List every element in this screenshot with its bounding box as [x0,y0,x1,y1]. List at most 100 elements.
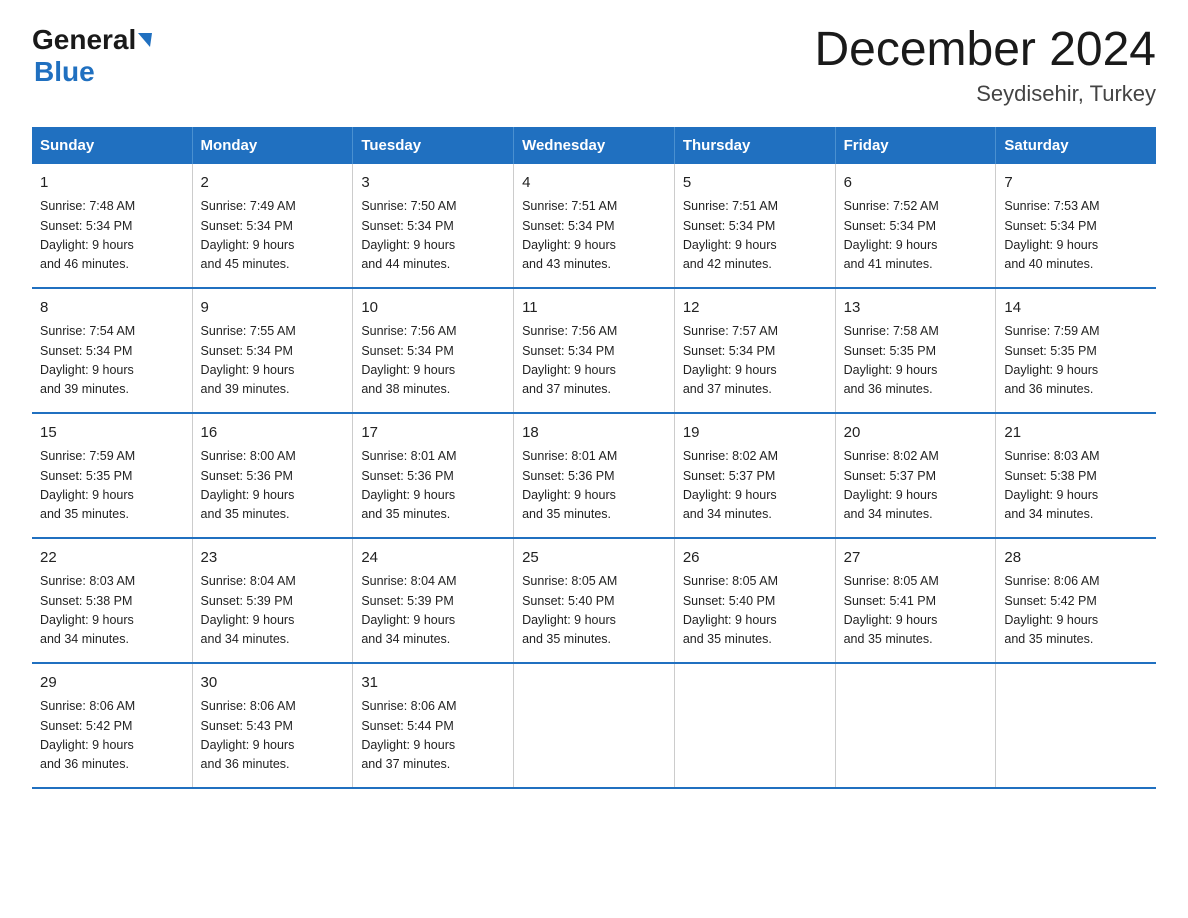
week-row-3: 15Sunrise: 7:59 AMSunset: 5:35 PMDayligh… [32,413,1156,538]
week-row-5: 29Sunrise: 8:06 AMSunset: 5:42 PMDayligh… [32,663,1156,788]
day-info: Sunrise: 8:03 AMSunset: 5:38 PMDaylight:… [1004,447,1148,525]
calendar-cell-14: 14Sunrise: 7:59 AMSunset: 5:35 PMDayligh… [996,288,1156,413]
day-info: Sunrise: 7:52 AMSunset: 5:34 PMDaylight:… [844,197,988,275]
calendar-cell-17: 17Sunrise: 8:01 AMSunset: 5:36 PMDayligh… [353,413,514,538]
calendar-cell-8: 8Sunrise: 7:54 AMSunset: 5:34 PMDaylight… [32,288,192,413]
calendar-title: December 2024 [814,24,1156,77]
day-number: 13 [844,297,988,320]
calendar-cell-22: 22Sunrise: 8:03 AMSunset: 5:38 PMDayligh… [32,538,192,663]
column-header-thursday: Thursday [674,127,835,164]
day-number: 31 [361,672,505,695]
day-number: 15 [40,422,184,445]
day-info: Sunrise: 7:49 AMSunset: 5:34 PMDaylight:… [201,197,345,275]
day-info: Sunrise: 7:56 AMSunset: 5:34 PMDaylight:… [522,322,666,400]
day-number: 17 [361,422,505,445]
day-info: Sunrise: 8:02 AMSunset: 5:37 PMDaylight:… [844,447,988,525]
week-row-2: 8Sunrise: 7:54 AMSunset: 5:34 PMDaylight… [32,288,1156,413]
calendar-cell-2: 2Sunrise: 7:49 AMSunset: 5:34 PMDaylight… [192,164,353,288]
day-info: Sunrise: 8:06 AMSunset: 5:42 PMDaylight:… [1004,572,1148,650]
column-header-monday: Monday [192,127,353,164]
day-number: 22 [40,547,184,570]
day-number: 23 [201,547,345,570]
day-number: 9 [201,297,345,320]
day-number: 30 [201,672,345,695]
column-header-friday: Friday [835,127,996,164]
day-info: Sunrise: 8:06 AMSunset: 5:44 PMDaylight:… [361,697,505,775]
calendar-cell-26: 26Sunrise: 8:05 AMSunset: 5:40 PMDayligh… [674,538,835,663]
calendar-cell-empty [674,663,835,788]
day-info: Sunrise: 8:06 AMSunset: 5:42 PMDaylight:… [40,697,184,775]
calendar-cell-empty [514,663,675,788]
logo-blue-text: Blue [34,56,95,88]
calendar-cell-12: 12Sunrise: 7:57 AMSunset: 5:34 PMDayligh… [674,288,835,413]
calendar-cell-18: 18Sunrise: 8:01 AMSunset: 5:36 PMDayligh… [514,413,675,538]
calendar-cell-empty [835,663,996,788]
calendar-cell-21: 21Sunrise: 8:03 AMSunset: 5:38 PMDayligh… [996,413,1156,538]
day-number: 26 [683,547,827,570]
column-header-tuesday: Tuesday [353,127,514,164]
day-number: 25 [522,547,666,570]
calendar-cell-7: 7Sunrise: 7:53 AMSunset: 5:34 PMDaylight… [996,164,1156,288]
day-info: Sunrise: 7:53 AMSunset: 5:34 PMDaylight:… [1004,197,1148,275]
calendar-cell-30: 30Sunrise: 8:06 AMSunset: 5:43 PMDayligh… [192,663,353,788]
day-info: Sunrise: 8:04 AMSunset: 5:39 PMDaylight:… [201,572,345,650]
column-header-saturday: Saturday [996,127,1156,164]
calendar-cell-15: 15Sunrise: 7:59 AMSunset: 5:35 PMDayligh… [32,413,192,538]
calendar-cell-10: 10Sunrise: 7:56 AMSunset: 5:34 PMDayligh… [353,288,514,413]
day-info: Sunrise: 8:04 AMSunset: 5:39 PMDaylight:… [361,572,505,650]
calendar-cell-5: 5Sunrise: 7:51 AMSunset: 5:34 PMDaylight… [674,164,835,288]
week-row-1: 1Sunrise: 7:48 AMSunset: 5:34 PMDaylight… [32,164,1156,288]
day-info: Sunrise: 8:01 AMSunset: 5:36 PMDaylight:… [522,447,666,525]
calendar-cell-13: 13Sunrise: 7:58 AMSunset: 5:35 PMDayligh… [835,288,996,413]
day-number: 29 [40,672,184,695]
calendar-cell-27: 27Sunrise: 8:05 AMSunset: 5:41 PMDayligh… [835,538,996,663]
calendar-cell-6: 6Sunrise: 7:52 AMSunset: 5:34 PMDaylight… [835,164,996,288]
day-info: Sunrise: 7:48 AMSunset: 5:34 PMDaylight:… [40,197,184,275]
logo: General Blue [32,24,152,88]
day-number: 10 [361,297,505,320]
day-info: Sunrise: 8:05 AMSunset: 5:40 PMDaylight:… [683,572,827,650]
column-header-wednesday: Wednesday [514,127,675,164]
logo-general-text: General [32,24,136,56]
day-number: 28 [1004,547,1148,570]
calendar-header-row: SundayMondayTuesdayWednesdayThursdayFrid… [32,127,1156,164]
day-info: Sunrise: 7:58 AMSunset: 5:35 PMDaylight:… [844,322,988,400]
calendar-cell-16: 16Sunrise: 8:00 AMSunset: 5:36 PMDayligh… [192,413,353,538]
calendar-cell-24: 24Sunrise: 8:04 AMSunset: 5:39 PMDayligh… [353,538,514,663]
calendar-table: SundayMondayTuesdayWednesdayThursdayFrid… [32,127,1156,789]
calendar-cell-23: 23Sunrise: 8:04 AMSunset: 5:39 PMDayligh… [192,538,353,663]
calendar-cell-3: 3Sunrise: 7:50 AMSunset: 5:34 PMDaylight… [353,164,514,288]
day-info: Sunrise: 8:05 AMSunset: 5:41 PMDaylight:… [844,572,988,650]
day-info: Sunrise: 7:59 AMSunset: 5:35 PMDaylight:… [40,447,184,525]
day-info: Sunrise: 7:54 AMSunset: 5:34 PMDaylight:… [40,322,184,400]
calendar-cell-25: 25Sunrise: 8:05 AMSunset: 5:40 PMDayligh… [514,538,675,663]
day-number: 7 [1004,172,1148,195]
day-number: 12 [683,297,827,320]
column-header-sunday: Sunday [32,127,192,164]
calendar-cell-19: 19Sunrise: 8:02 AMSunset: 5:37 PMDayligh… [674,413,835,538]
calendar-subtitle: Seydisehir, Turkey [814,81,1156,107]
calendar-cell-20: 20Sunrise: 8:02 AMSunset: 5:37 PMDayligh… [835,413,996,538]
day-number: 4 [522,172,666,195]
day-number: 14 [1004,297,1148,320]
calendar-cell-empty [996,663,1156,788]
day-number: 2 [201,172,345,195]
day-number: 16 [201,422,345,445]
calendar-cell-28: 28Sunrise: 8:06 AMSunset: 5:42 PMDayligh… [996,538,1156,663]
day-info: Sunrise: 7:55 AMSunset: 5:34 PMDaylight:… [201,322,345,400]
day-info: Sunrise: 7:59 AMSunset: 5:35 PMDaylight:… [1004,322,1148,400]
day-number: 3 [361,172,505,195]
calendar-cell-4: 4Sunrise: 7:51 AMSunset: 5:34 PMDaylight… [514,164,675,288]
day-number: 1 [40,172,184,195]
calendar-cell-31: 31Sunrise: 8:06 AMSunset: 5:44 PMDayligh… [353,663,514,788]
day-number: 11 [522,297,666,320]
day-number: 21 [1004,422,1148,445]
day-info: Sunrise: 7:51 AMSunset: 5:34 PMDaylight:… [683,197,827,275]
logo-triangle-icon [138,33,152,47]
day-number: 20 [844,422,988,445]
day-info: Sunrise: 7:56 AMSunset: 5:34 PMDaylight:… [361,322,505,400]
day-number: 27 [844,547,988,570]
day-number: 18 [522,422,666,445]
week-row-4: 22Sunrise: 8:03 AMSunset: 5:38 PMDayligh… [32,538,1156,663]
day-info: Sunrise: 7:51 AMSunset: 5:34 PMDaylight:… [522,197,666,275]
